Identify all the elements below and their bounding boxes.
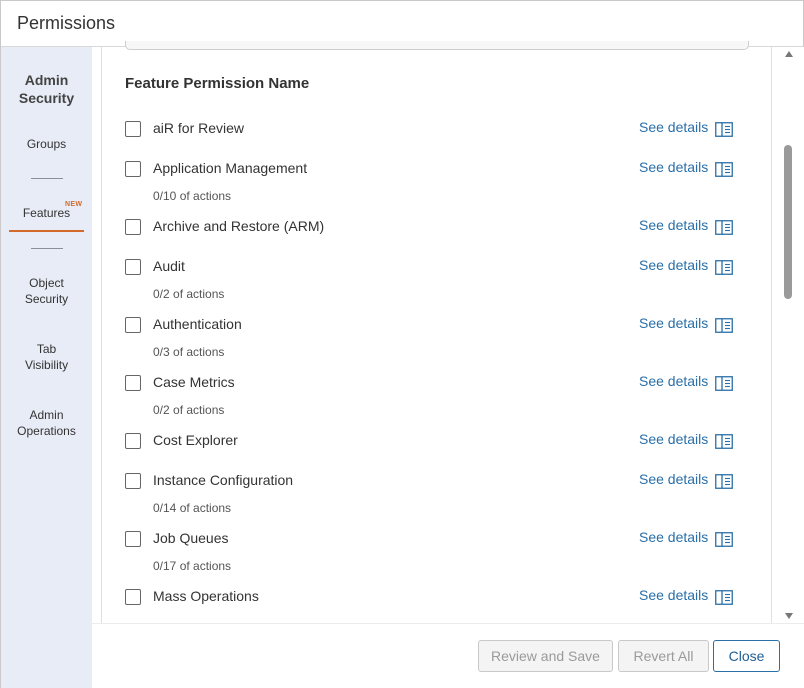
- caret-down-icon[interactable]: [785, 613, 793, 619]
- sidebar-heading: Admin Security: [1, 71, 92, 107]
- row-checkbox[interactable]: [125, 531, 141, 547]
- feature-name: Archive and Restore (ARM): [153, 218, 325, 234]
- sidebar-item-label: Features: [22, 206, 71, 220]
- feature-name: Authentication: [153, 316, 242, 332]
- see-details-link[interactable]: See details: [639, 471, 708, 487]
- search-field-edge: [125, 41, 749, 50]
- book-panel-icon[interactable]: [715, 474, 733, 489]
- feature-name: Cost Explorer: [153, 432, 238, 448]
- feature-name: Case Metrics: [153, 374, 235, 390]
- feature-name: aiR for Review: [153, 120, 245, 136]
- caret-up-icon[interactable]: [785, 51, 793, 57]
- actions-count: 0/3 of actions: [153, 345, 225, 359]
- review-and-save-button[interactable]: Review and Save: [478, 640, 613, 672]
- book-panel-icon[interactable]: [715, 590, 733, 605]
- feature-name: Instance Configuration: [153, 472, 294, 488]
- row-checkbox[interactable]: [125, 259, 141, 275]
- see-details-link[interactable]: See details: [639, 315, 708, 331]
- actions-count: 0/17 of actions: [153, 559, 232, 573]
- see-details-link[interactable]: See details: [639, 257, 708, 273]
- actions-count: 0/14 of actions: [153, 501, 232, 515]
- book-panel-icon[interactable]: [715, 532, 733, 547]
- see-details-link[interactable]: See details: [639, 431, 708, 447]
- scrollbar[interactable]: [781, 47, 795, 623]
- close-button[interactable]: Close: [713, 640, 780, 672]
- sidebar-item-object-security[interactable]: Object Security: [1, 275, 92, 307]
- actions-count: 0/2 of actions: [153, 403, 225, 417]
- sidebar-item-tab-visibility[interactable]: Tab Visibility: [1, 341, 92, 373]
- book-panel-icon[interactable]: [715, 220, 733, 235]
- see-details-link[interactable]: See details: [639, 119, 708, 135]
- actions-count: 0/10 of actions: [153, 189, 232, 203]
- actions-count: 0/2 of actions: [153, 287, 225, 301]
- see-details-link[interactable]: See details: [639, 373, 708, 389]
- feature-name: Application Management: [153, 160, 308, 176]
- sidebar-item-label: Tab Visibility: [24, 342, 69, 372]
- new-badge: NEW: [65, 201, 83, 208]
- book-panel-icon[interactable]: [715, 318, 733, 333]
- book-panel-icon[interactable]: [715, 434, 733, 449]
- dialog-title: Permissions: [17, 13, 116, 33]
- sidebar-item-admin-operations[interactable]: Admin Operations: [1, 407, 92, 439]
- row-checkbox[interactable]: [125, 589, 141, 605]
- book-panel-icon[interactable]: [715, 162, 733, 177]
- book-panel-icon[interactable]: [715, 122, 733, 137]
- row-checkbox[interactable]: [125, 121, 141, 137]
- content-left-border: [101, 47, 102, 623]
- sidebar-item-label: Groups: [26, 137, 67, 151]
- see-details-link[interactable]: See details: [639, 217, 708, 233]
- sidebar-divider: [31, 248, 63, 249]
- revert-all-button[interactable]: Revert All: [618, 640, 709, 672]
- see-details-link[interactable]: See details: [639, 529, 708, 545]
- section-title: Feature Permission Name: [125, 75, 310, 92]
- feature-name: Job Queues: [153, 530, 229, 546]
- see-details-link[interactable]: See details: [639, 159, 708, 175]
- sidebar-item-groups[interactable]: Groups: [1, 136, 92, 152]
- active-tab-indicator: [9, 230, 84, 232]
- sidebar-item-label: Admin Operations: [17, 408, 76, 438]
- feature-name: Mass Operations: [153, 588, 259, 604]
- content-right-border: [771, 47, 772, 623]
- sidebar-divider: [31, 178, 63, 179]
- row-checkbox[interactable]: [125, 161, 141, 177]
- see-details-link[interactable]: See details: [639, 587, 708, 603]
- permissions-dialog: Permissions Admin Security Groups Featur…: [0, 0, 804, 688]
- book-panel-icon[interactable]: [715, 260, 733, 275]
- row-checkbox[interactable]: [125, 317, 141, 333]
- row-checkbox[interactable]: [125, 219, 141, 235]
- sidebar-item-label: Object Security: [24, 276, 69, 306]
- feature-name: Audit: [153, 258, 185, 274]
- scroll-thumb[interactable]: [784, 145, 792, 299]
- row-checkbox[interactable]: [125, 473, 141, 489]
- row-checkbox[interactable]: [125, 433, 141, 449]
- book-panel-icon[interactable]: [715, 376, 733, 391]
- row-checkbox[interactable]: [125, 375, 141, 391]
- sidebar-heading-label: Admin Security: [18, 72, 75, 106]
